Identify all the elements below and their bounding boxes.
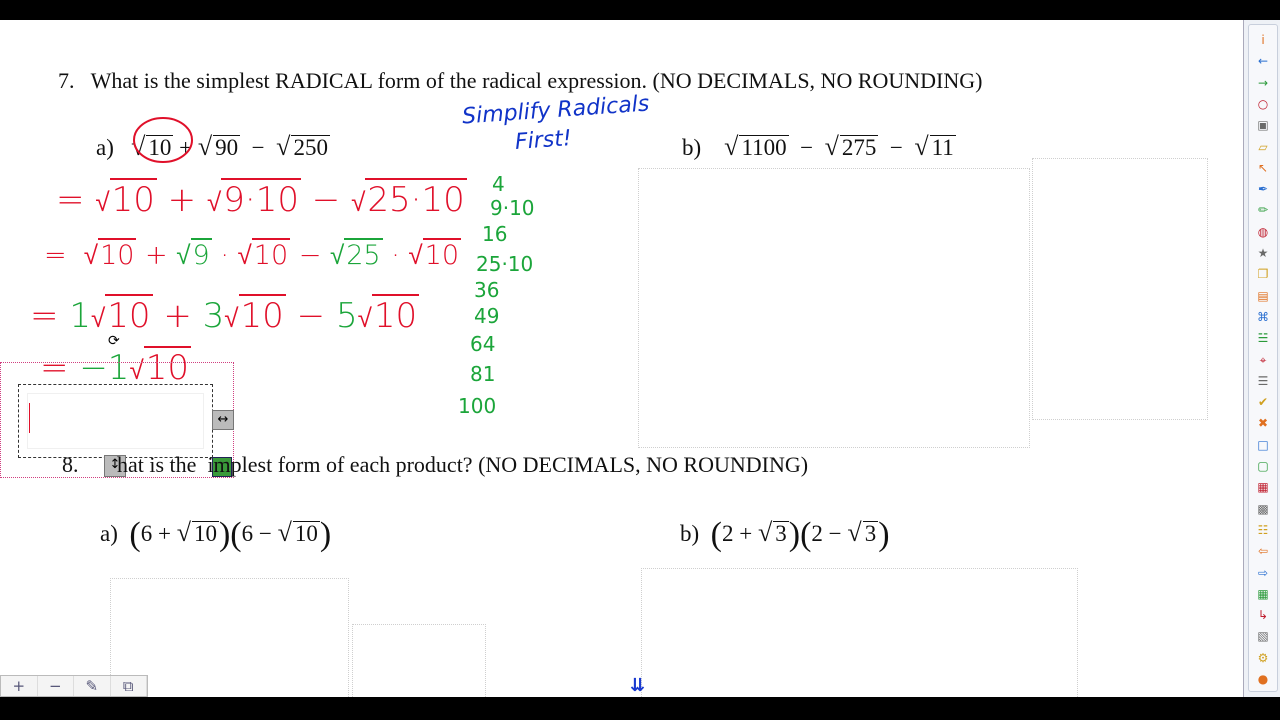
operator: − — [889, 135, 903, 160]
question-number: 7. — [58, 68, 75, 93]
toolbar-tool-icon[interactable]: ☷ — [1254, 521, 1272, 539]
toolbar-tool-icon[interactable]: ▣ — [1254, 116, 1272, 134]
tool-palette: i ← → ○ ▣ ▱ ↖ ✒ ✏ ◍ ★ ❐ ▤ ⌘ ☱ ⌖ ☰ ✔ ✖ □ ▢ ▦ ▩ ☷ ⇦ ⇨ ▦ ↳ ▧ ⚙ ● — [1248, 24, 1278, 692]
radicand: 250 — [291, 135, 330, 160]
tool-sidebar: i ← → ○ ▣ ▱ ↖ ✒ ✏ ◍ ★ ❐ ▤ ⌘ ☱ ⌖ ☰ ✔ ✖ □ ▢ ▦ ▩ ☷ ⇦ ⇨ ▦ ↳ ▧ ⚙ ● — [1243, 20, 1280, 697]
q7b-expression: b) √ 1100 − √ 275 − √ 11 — [682, 132, 956, 161]
question-text: hat is the — [117, 452, 197, 477]
toolbar-tool-icon[interactable]: ◍ — [1254, 223, 1272, 241]
handwritten-note: Simplify Radicals — [461, 91, 650, 129]
toolbar-tool-icon[interactable]: ⇨ — [1254, 564, 1272, 582]
square-9: 9·10 — [490, 196, 535, 220]
operator: − — [800, 135, 814, 160]
toolbar-tool-icon[interactable]: □ — [1254, 436, 1272, 454]
work-line-2: = √10 + √9 · √10 − √25 · √10 — [44, 238, 462, 271]
square-4: 4 — [492, 172, 505, 196]
question-text: implest form of each product? (NO DECIMA… — [207, 452, 809, 477]
zoom-out-icon[interactable]: − — [38, 676, 74, 696]
toolbar-tool-icon[interactable]: ✔ — [1254, 393, 1272, 411]
text-caret — [29, 403, 30, 433]
square-16: 16 — [482, 222, 508, 246]
toolbar-tool-icon[interactable]: ↳ — [1254, 606, 1272, 624]
note-line: First! — [514, 126, 573, 155]
answer-area[interactable] — [352, 624, 486, 697]
square-25: 25·10 — [476, 252, 534, 276]
top-black-bar — [0, 0, 1280, 20]
q8a-expression: a) (6 + √ 10)(6 − √ 10) — [100, 516, 332, 553]
answer-area[interactable] — [638, 168, 1030, 448]
work-line-1: = √10 + √9·10 − √25·10 — [56, 178, 467, 220]
text-entry-box[interactable] — [18, 384, 213, 458]
toolbar-tool-icon[interactable]: ✏ — [1254, 201, 1272, 219]
radicand: 1100 — [739, 135, 789, 160]
toolbar-tool-icon[interactable]: ⌖ — [1254, 351, 1272, 369]
text-entry-area[interactable] — [27, 393, 204, 449]
edit-icon[interactable]: ✎ — [74, 676, 111, 696]
rotate-handle-icon[interactable]: ⟳ — [108, 333, 120, 349]
operator: − — [251, 135, 265, 160]
question-7: 7. What is the simplest RADICAL form of … — [58, 68, 982, 94]
resize-horizontal-handle-icon[interactable]: ↔ — [212, 410, 234, 430]
question-number: 8. — [62, 452, 79, 477]
toolbar-tool-icon[interactable]: → — [1254, 74, 1272, 92]
zoom-toolbar: + − ✎ ⧉ — [0, 675, 148, 697]
toolbar-tool-icon[interactable]: ▤ — [1254, 287, 1272, 305]
toolbar-tool-icon[interactable]: ⇦ — [1254, 542, 1272, 560]
square-100: 100 — [458, 394, 497, 418]
toolbar-tool-icon[interactable]: ▦ — [1254, 585, 1272, 603]
toolbar-tool-icon[interactable]: ⌘ — [1254, 308, 1272, 326]
toolbar-tool-icon[interactable]: ← — [1254, 52, 1272, 70]
toolbar-tool-icon[interactable]: ▢ — [1254, 457, 1272, 475]
square-49: 49 — [474, 304, 500, 328]
radicand: 90 — [213, 135, 241, 160]
square-81: 81 — [470, 362, 496, 386]
question-8: 8. hat is the implest form of each produ… — [62, 452, 808, 478]
part-label: b) — [680, 521, 700, 546]
square-36: 36 — [474, 278, 500, 302]
toolbar-tool-icon[interactable]: ● — [1254, 670, 1272, 688]
square-64: 64 — [470, 332, 496, 356]
work-line-3: = 1√10 + 3√10 − 5√10 — [30, 294, 420, 336]
toolbar-tool-icon[interactable]: ☱ — [1254, 329, 1272, 347]
page-down-icon[interactable]: ⇊ — [630, 675, 645, 696]
circle-annotation — [133, 117, 193, 163]
toolbar-tool-icon[interactable]: ✒ — [1254, 180, 1272, 198]
toolbar-tool-icon[interactable]: i — [1254, 31, 1272, 49]
toolbar-tool-icon[interactable]: ⚙ — [1254, 649, 1272, 667]
question-text: What is the simplest RADICAL form of the… — [90, 68, 983, 93]
part-label: a) — [100, 521, 118, 546]
answer-area[interactable] — [641, 568, 1078, 697]
toolbar-tool-icon[interactable]: ▱ — [1254, 138, 1272, 156]
radicand: 11 — [929, 135, 956, 160]
radicand: 275 — [839, 135, 879, 160]
q8b-expression: b) (2 + √ 3)(2 − √ 3) — [680, 516, 890, 553]
whiteboard-canvas[interactable]: 7. What is the simplest RADICAL form of … — [0, 20, 1243, 697]
toolbar-tool-icon[interactable]: ❐ — [1254, 265, 1272, 283]
toolbar-tool-icon[interactable]: ✖ — [1254, 414, 1272, 432]
part-label: a) — [96, 135, 114, 160]
toolbar-tool-icon[interactable]: ▧ — [1254, 627, 1272, 645]
handwritten-note: First! — [514, 126, 572, 155]
toolbar-tool-icon[interactable]: ☰ — [1254, 372, 1272, 390]
toolbar-tool-icon[interactable]: ★ — [1254, 244, 1272, 262]
answer-area[interactable] — [1032, 158, 1208, 420]
part-label: b) — [682, 135, 702, 160]
toolbar-tool-icon[interactable]: ↖ — [1254, 159, 1272, 177]
bottom-black-bar — [0, 697, 1280, 720]
note-line: Simplify Radicals — [461, 91, 651, 130]
toolbar-tool-icon[interactable]: ▦ — [1254, 478, 1272, 496]
toolbar-tool-icon[interactable]: ○ — [1254, 95, 1272, 113]
fit-page-icon[interactable]: ⧉ — [111, 676, 147, 696]
zoom-in-icon[interactable]: + — [1, 676, 38, 696]
toolbar-tool-icon[interactable]: ▩ — [1254, 500, 1272, 518]
